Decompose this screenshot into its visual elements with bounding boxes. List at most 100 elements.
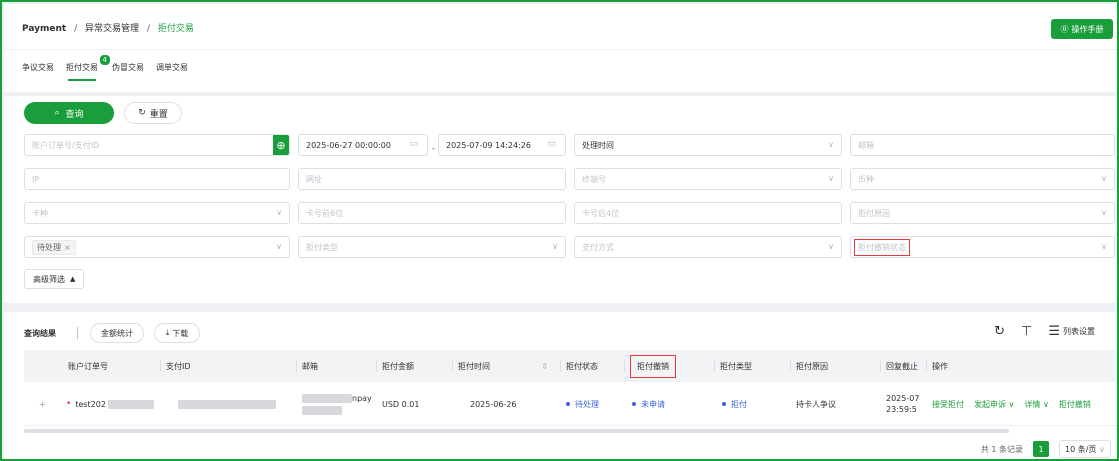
url-input[interactable]: 网址 (298, 168, 566, 190)
chevron-down-icon: ∨ (1099, 444, 1105, 454)
table-row[interactable]: + • test202 npay USD 0.01 2025-06-26 待处理… (24, 382, 1117, 426)
cell-revoke: 未申请 (632, 382, 665, 426)
amount-stats-button[interactable]: 金额统计 (90, 323, 144, 343)
tab-label: 拒付交易 (66, 63, 98, 72)
download-icon: ⤓ (165, 328, 170, 337)
breadcrumb-root[interactable]: Payment (22, 24, 66, 34)
chevron-down-icon: ∨ (276, 242, 282, 251)
status-text: 待处理 (575, 399, 599, 409)
column-label: 回复截止 (886, 361, 918, 371)
accept-chargeback-link[interactable]: 接受拒付 (932, 399, 964, 410)
order-id-text: test202 (75, 399, 106, 409)
breadcrumb-separator: / (74, 24, 78, 34)
chargeback-reason-select[interactable]: 拒付原因 ∨ (850, 202, 1115, 224)
column-settings-button[interactable]: ☰ 列表设置 (1048, 324, 1095, 339)
search-icon: ⌕ (54, 108, 60, 118)
terminal-select[interactable]: 终端号 ∨ (574, 168, 842, 190)
currency-placeholder: 币种 (858, 174, 874, 184)
column-label: 拒付金额 (382, 361, 414, 371)
expand-icon[interactable]: + (39, 382, 46, 426)
download-button[interactable]: ⤓ 下载 (154, 323, 200, 343)
revoke-chargeback-link[interactable]: 拒付撤销 (1059, 399, 1091, 410)
calendar-icon: ▭ (547, 139, 556, 149)
card-first6-input[interactable]: 卡号前6位 (298, 202, 566, 224)
horizontal-scrollbar[interactable] (24, 429, 1009, 433)
chevron-down-icon: ∨ (828, 140, 834, 149)
tab-fraud[interactable]: 伪冒交易 (112, 62, 144, 81)
column-header: 拒付原因 (790, 350, 828, 382)
column-height-icon[interactable]: ⊤ (1021, 324, 1032, 339)
cell-reason: 持卡人争议 (796, 382, 836, 426)
advanced-filter-toggle[interactable]: 高级筛选 ▲ (24, 269, 85, 289)
expand-glyph: + (39, 399, 46, 409)
help-circle-icon: ⓪ (1060, 24, 1069, 34)
manual-button[interactable]: ⓪ 操作手册 (1051, 19, 1113, 39)
order-id-input[interactable]: 账户订单号/支付ID ⊕ (24, 134, 290, 156)
reason-text: 持卡人争议 (796, 399, 836, 409)
amount-stats-label: 金额统计 (101, 328, 133, 338)
reset-button[interactable]: ↻ 重置 (124, 102, 182, 124)
tab-label: 争议交易 (22, 63, 54, 72)
currency-select[interactable]: 币种 ∨ (850, 168, 1115, 190)
query-button[interactable]: ⌕ 查询 (24, 102, 114, 124)
end-time-input[interactable]: 2025-07-09 14:24:26 ▭ (438, 134, 566, 156)
status-tag: 待处理 × (32, 239, 76, 255)
revoke-status-select[interactable]: 拒付撤销状态 ∨ (850, 236, 1115, 258)
chargeback-type-placeholder: 拒付类型 (306, 242, 338, 252)
breadcrumb-level2[interactable]: 异常交易管理 (85, 24, 139, 34)
column-settings-label: 列表设置 (1063, 327, 1095, 336)
appeal-label: 发起申诉 (974, 399, 1006, 409)
refresh-icon[interactable]: ↻ (994, 324, 1005, 339)
redacted-block (302, 393, 352, 403)
status-select[interactable]: 待处理 × ∨ (24, 236, 290, 258)
tab-dispute[interactable]: 争议交易 (22, 62, 54, 81)
chargeback-time-text: 2025-06-26 (470, 399, 517, 409)
sort-icon[interactable]: ⇕ (541, 362, 548, 371)
page-number-button[interactable]: 1 (1033, 441, 1049, 457)
caret-up-icon: ▲ (70, 275, 76, 283)
page-size-value: 10 条/页 (1065, 444, 1097, 454)
appeal-dropdown[interactable]: 发起申诉 ∨ (974, 399, 1014, 410)
url-placeholder: 网址 (306, 174, 322, 184)
pagination: 共 1 条记录 1 10 条/页 ∨ (981, 440, 1111, 458)
detail-dropdown[interactable]: 详情 ∨ (1024, 399, 1048, 410)
cell-status: 待处理 (566, 382, 599, 426)
detail-label: 详情 (1024, 399, 1041, 409)
redacted-block (107, 399, 154, 409)
status-dot (722, 402, 726, 406)
cell-deadline: 2025-07 23:59:5 (886, 382, 926, 426)
redacted-block (302, 405, 342, 415)
column-header: 拒付金额 (376, 350, 414, 382)
breadcrumb-current: 拒付交易 (157, 24, 194, 34)
add-icon[interactable]: ⊕ (273, 135, 289, 155)
chevron-down-icon: ∨ (552, 242, 558, 251)
advanced-filter-label: 高级筛选 (33, 274, 65, 284)
redacted-block (178, 399, 276, 409)
chargeback-type-select[interactable]: 拒付类型 ∨ (298, 236, 566, 258)
payment-method-select[interactable]: 支付方式 ∨ (574, 236, 842, 258)
email-input[interactable]: 邮箱 (850, 134, 1115, 156)
ip-input[interactable]: IP (24, 168, 290, 190)
table-tools: ↻ ⊤ ☰ 列表设置 (994, 324, 1095, 339)
close-icon[interactable]: × (64, 243, 71, 252)
reset-button-label: 重置 (149, 109, 168, 120)
column-header: 拒付类型 (714, 350, 752, 382)
revoke-status-placeholder: 拒付撤销状态 (858, 242, 906, 252)
tab-chargeback[interactable]: 拒付交易 4 (66, 55, 110, 81)
chevron-down-icon: ∨ (828, 174, 834, 183)
end-time-value: 2025-07-09 14:24:26 (446, 140, 531, 150)
time-type-select[interactable]: 处理时间 ∨ (574, 134, 842, 156)
page-size-select[interactable]: 10 条/页 ∨ (1059, 440, 1111, 458)
cell-email: npay (302, 382, 372, 426)
status-dot (632, 402, 636, 406)
column-header[interactable]: 拒付时间 ⇕ (452, 350, 548, 382)
card-type-select[interactable]: 卡种 ∨ (24, 202, 290, 224)
tab-count-badge: 4 (99, 55, 110, 65)
table-header: 账户订单号 支付ID 邮箱 拒付金额 拒付时间 ⇕ 拒付状态 拒付撤销 拒付类型 … (24, 350, 1117, 382)
tab-retrieval[interactable]: 调单交易 (156, 62, 188, 81)
start-time-input[interactable]: 2025-06-27 00:00:00 ▭ (298, 134, 428, 156)
header-divider (4, 49, 1117, 50)
column-header: 账户订单号 (68, 350, 108, 382)
cell-amount: USD 0.01 (382, 382, 419, 426)
card-last4-input[interactable]: 卡号后4位 (574, 202, 842, 224)
